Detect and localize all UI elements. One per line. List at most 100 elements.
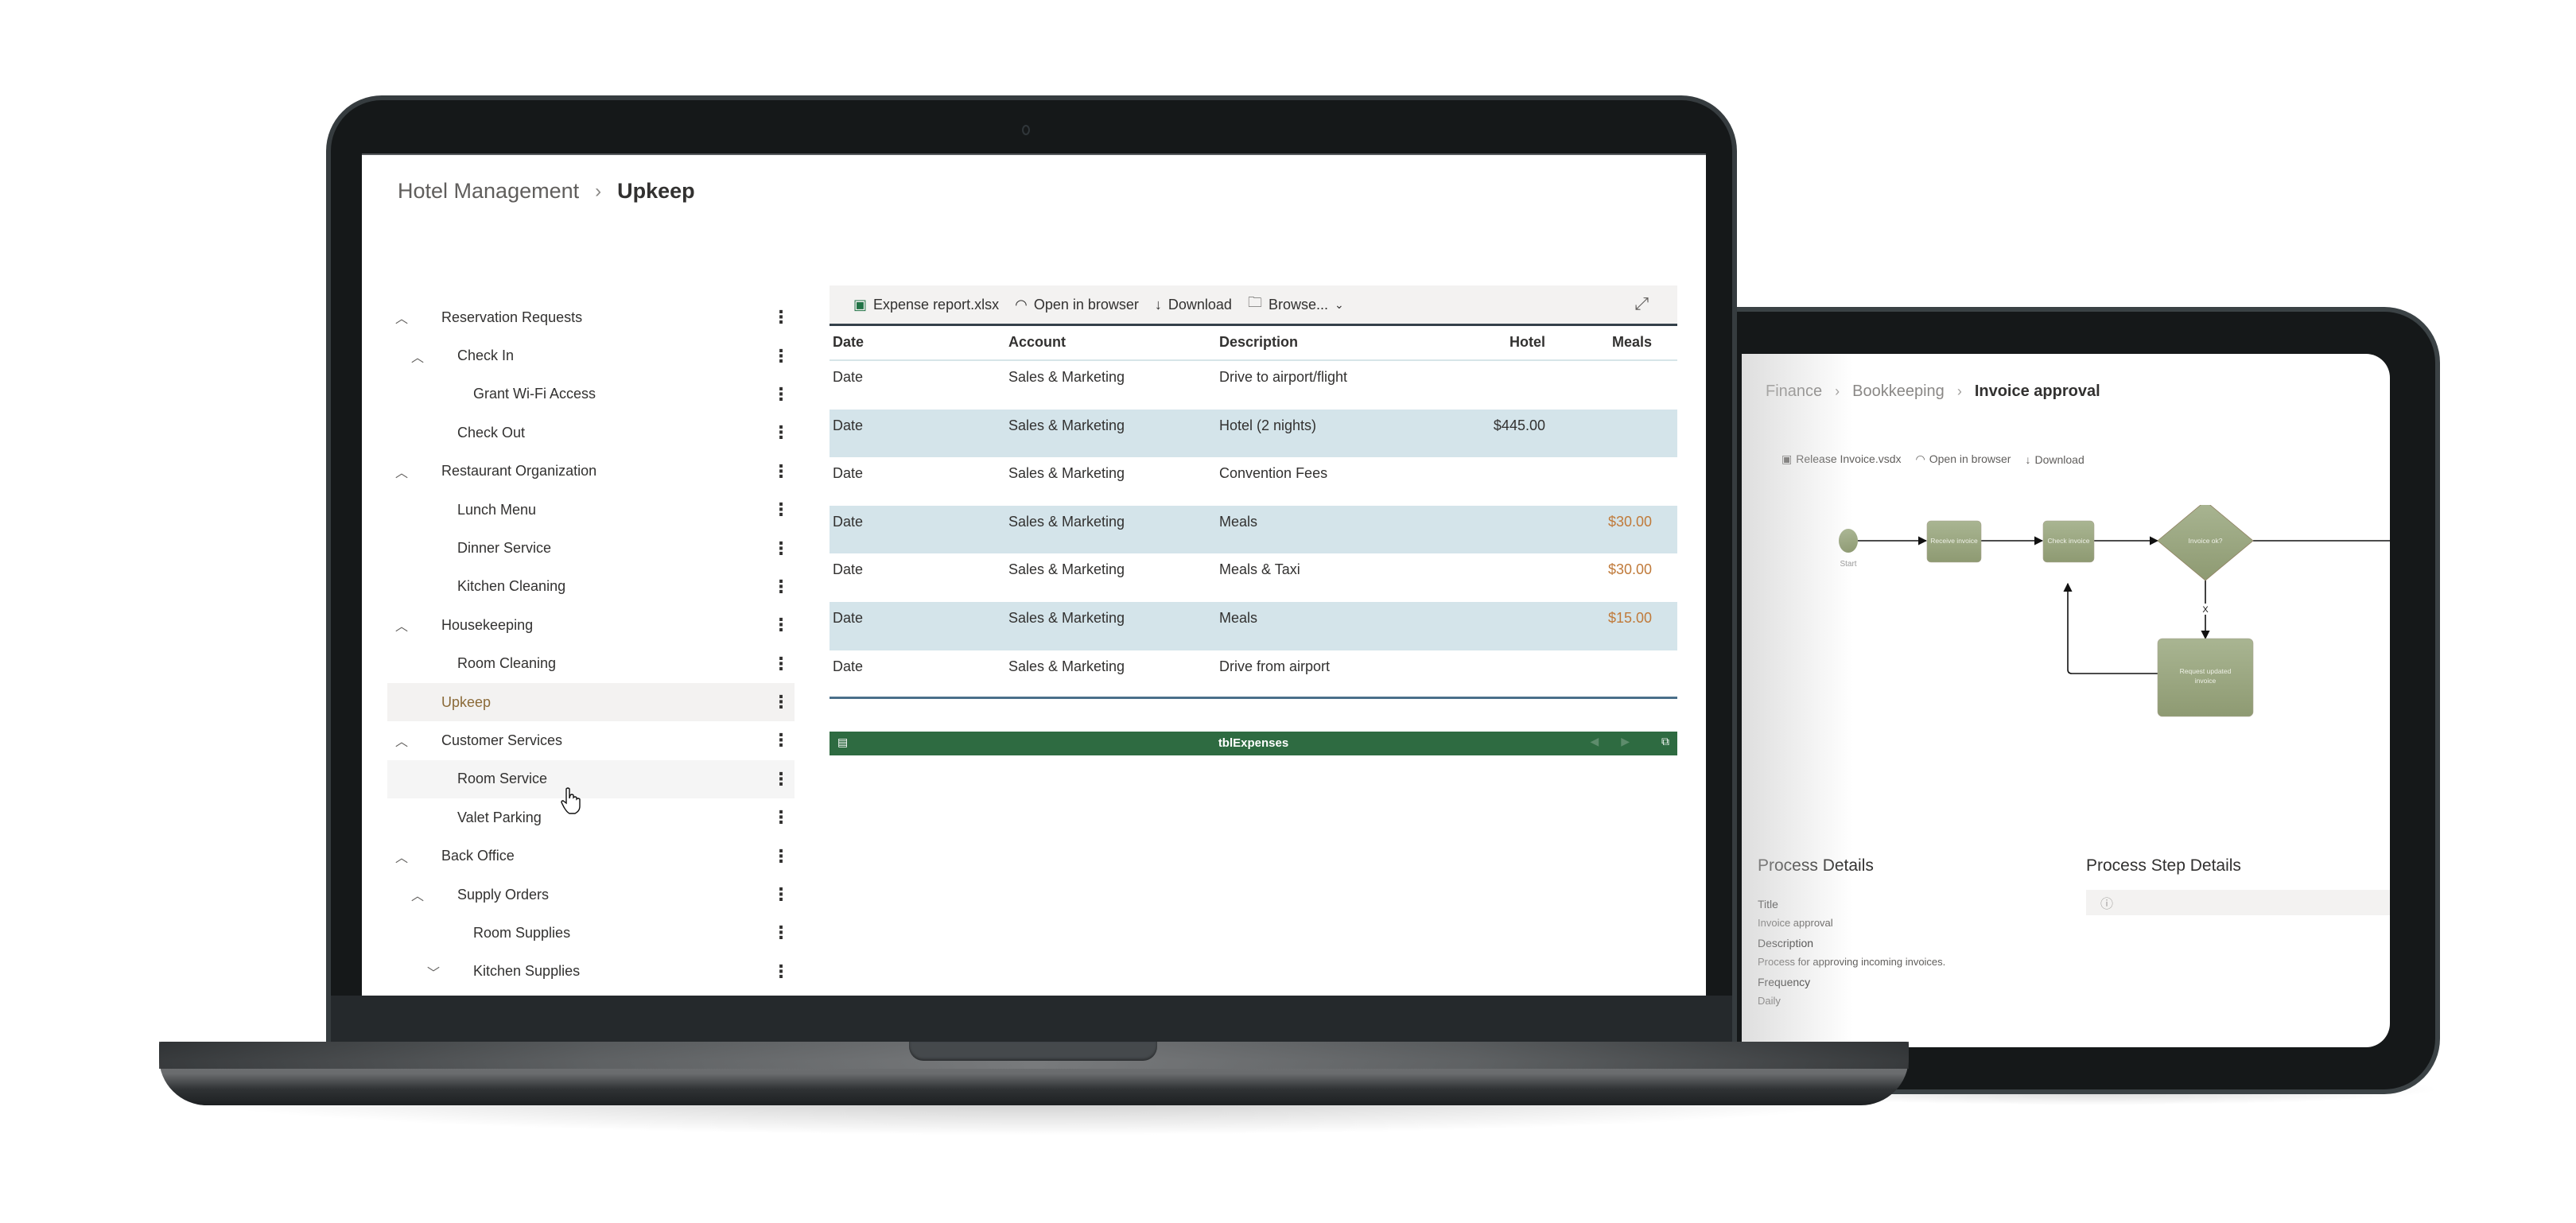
chevron-up-icon[interactable]: ︿ xyxy=(394,847,410,866)
more-options-icon[interactable]: ⋮ xyxy=(772,309,790,326)
column-header-hotel[interactable]: Hotel xyxy=(1509,334,1545,351)
more-options-icon[interactable]: ⋮ xyxy=(772,616,790,634)
navigation-tree: ︿ Reservation Requests ⋮ ︿ Check In ⋮ Grant Wi… xyxy=(387,298,795,991)
cell-account[interactable]: Sales & Marketing xyxy=(1008,465,1125,482)
cell-account[interactable]: Sales & Marketing xyxy=(1008,658,1125,675)
cell-meals[interactable]: $30.00 xyxy=(1608,561,1652,578)
column-header-description[interactable]: Description xyxy=(1219,334,1298,351)
download-button[interactable]: ↓ Download xyxy=(1155,297,1232,313)
column-header-date[interactable]: Date xyxy=(833,334,864,351)
cell-meals[interactable]: $15.00 xyxy=(1608,610,1652,627)
cell-description[interactable]: Meals xyxy=(1219,610,1257,627)
tree-item[interactable]: Upkeep ⋮ xyxy=(387,682,795,722)
column-header-account[interactable]: Account xyxy=(1008,334,1066,351)
visio-file-button[interactable]: ▣ Release Invoice.vsdx xyxy=(1781,452,1902,466)
cell-account[interactable]: Sales & Marketing xyxy=(1008,561,1125,578)
table-header-row: Date Account Description Hotel Meals xyxy=(830,326,1677,361)
more-options-icon[interactable]: ⋮ xyxy=(772,347,790,365)
cell-description[interactable]: Meals & Taxi xyxy=(1219,561,1300,578)
cell-description[interactable]: Meals xyxy=(1219,514,1257,530)
breadcrumb-hotel-management[interactable]: Hotel Management xyxy=(398,179,579,204)
previous-sheet-icon[interactable]: ◀ xyxy=(1590,735,1599,748)
more-options-icon[interactable]: ⋮ xyxy=(772,847,790,865)
table-row: Date Sales & Marketing Hotel (2 nights) $44… xyxy=(830,409,1677,458)
tree-item[interactable]: ﹀ Kitchen Supplies ⋮ xyxy=(387,953,795,991)
tree-item[interactable]: ︿ Customer Services ⋮ xyxy=(387,721,795,759)
more-options-icon[interactable]: ⋮ xyxy=(772,385,790,403)
cell-date[interactable]: Date xyxy=(833,514,863,530)
more-options-icon[interactable]: ⋮ xyxy=(772,462,790,480)
chevron-up-icon[interactable]: ︿ xyxy=(394,731,410,750)
cell-date[interactable]: Date xyxy=(833,658,863,675)
process-flow-diagram: Start Receive invoice Check invoice Invo… xyxy=(1839,505,2390,717)
open-in-browser-button[interactable]: ◠ Open in browser xyxy=(1015,297,1139,313)
more-options-icon[interactable]: ⋮ xyxy=(772,424,790,441)
sheet-name[interactable]: tblExpenses xyxy=(830,736,1677,750)
more-options-icon[interactable]: ⋮ xyxy=(772,962,790,980)
more-options-icon[interactable]: ⋮ xyxy=(772,654,790,673)
download-button[interactable]: ↓ Download xyxy=(2025,453,2084,466)
more-options-icon[interactable]: ⋮ xyxy=(772,539,790,557)
cell-description[interactable]: Drive from airport xyxy=(1219,658,1330,675)
tree-item[interactable]: Valet Parking ⋮ xyxy=(387,798,795,837)
cell-description[interactable]: Convention Fees xyxy=(1219,465,1327,482)
table-row: Date Sales & Marketing Drive to airport/fl… xyxy=(830,361,1677,410)
cell-date[interactable]: Date xyxy=(833,417,863,434)
expand-icon[interactable]: ⤢ xyxy=(1634,293,1649,314)
cell-account[interactable]: Sales & Marketing xyxy=(1008,369,1125,386)
cell-account[interactable]: Sales & Marketing xyxy=(1008,514,1125,530)
open-in-browser-button[interactable]: ◠ Open in browser xyxy=(1916,452,2011,466)
chevron-up-icon[interactable]: ︿ xyxy=(410,347,425,366)
excel-file-button[interactable]: ▣ Expense report.xlsx xyxy=(853,297,999,313)
tree-item[interactable]: Room Supplies ⋮ xyxy=(387,914,795,952)
more-options-icon[interactable]: ⋮ xyxy=(772,577,790,596)
tree-item[interactable]: ︿ Supply Orders ⋮ xyxy=(387,876,795,914)
more-options-icon[interactable]: ⋮ xyxy=(772,770,790,788)
tree-item[interactable]: Room Service ⋮ xyxy=(387,759,795,799)
tree-item[interactable]: Grant Wi-Fi Access ⋮ xyxy=(387,375,795,413)
tree-item[interactable]: Check Out ⋮ xyxy=(387,413,795,452)
tree-item[interactable]: Kitchen Cleaning ⋮ xyxy=(387,568,795,606)
more-options-icon[interactable]: ⋮ xyxy=(772,693,790,711)
flow-start-node[interactable] xyxy=(1839,529,1858,553)
process-step-details-panel: Process Step Details ⓘ xyxy=(2086,856,2390,915)
popout-icon[interactable]: ⧉ xyxy=(1661,735,1669,748)
more-options-icon[interactable]: ⋮ xyxy=(772,886,790,903)
cell-date[interactable]: Date xyxy=(833,561,863,578)
more-options-icon[interactable]: ⋮ xyxy=(772,732,790,749)
cell-hotel[interactable]: $445.00 xyxy=(1494,417,1545,434)
expense-table: Date Account Description Hotel Meals Dat… xyxy=(830,324,1677,698)
chevron-up-icon[interactable]: ︿ xyxy=(394,462,410,481)
chevron-up-icon[interactable]: ︿ xyxy=(394,308,410,327)
tree-item[interactable]: ︿ Back Office ⋮ xyxy=(387,837,795,875)
flow-step-receive-label: Receive invoice xyxy=(1930,537,1978,545)
more-options-icon[interactable]: ⋮ xyxy=(772,501,790,518)
cell-account[interactable]: Sales & Marketing xyxy=(1008,417,1125,434)
chevron-up-icon[interactable]: ︿ xyxy=(410,885,425,904)
tree-item[interactable]: ︿ Restaurant Organization ⋮ xyxy=(387,452,795,491)
tree-item[interactable]: ︿ Reservation Requests ⋮ xyxy=(387,298,795,336)
more-options-icon[interactable]: ⋮ xyxy=(772,924,790,942)
chevron-right-icon: › xyxy=(1835,383,1840,399)
column-header-meals[interactable]: Meals xyxy=(1612,334,1652,351)
cell-date[interactable]: Date xyxy=(833,465,863,482)
cell-description[interactable]: Drive to airport/flight xyxy=(1219,369,1347,386)
breadcrumb-finance[interactable]: Finance xyxy=(1766,382,1822,401)
cell-date[interactable]: Date xyxy=(833,610,863,627)
more-options-icon[interactable]: ⋮ xyxy=(772,809,790,826)
breadcrumb-bookkeeping[interactable]: Bookkeeping xyxy=(1852,382,1945,401)
tablet-screen: Finance › Bookkeeping › Invoice approval… xyxy=(1742,354,2390,1047)
cell-date[interactable]: Date xyxy=(833,369,863,386)
cell-account[interactable]: Sales & Marketing xyxy=(1008,610,1125,627)
chevron-down-icon[interactable]: ﹀ xyxy=(425,962,441,981)
tree-item[interactable]: ︿ Check In ⋮ xyxy=(387,336,795,375)
cell-description[interactable]: Hotel (2 nights) xyxy=(1219,417,1316,434)
tree-item[interactable]: Room Cleaning ⋮ xyxy=(387,645,795,683)
tree-item[interactable]: ︿ Housekeeping ⋮ xyxy=(387,606,795,644)
next-sheet-icon[interactable]: ▶ xyxy=(1621,735,1630,748)
browse-dropdown[interactable]: 🗀 Browse... ⌄ xyxy=(1248,293,1344,316)
cell-meals[interactable]: $30.00 xyxy=(1608,514,1652,530)
chevron-up-icon[interactable]: ︿ xyxy=(394,615,410,635)
tree-item[interactable]: Lunch Menu ⋮ xyxy=(387,491,795,529)
tree-item[interactable]: Dinner Service ⋮ xyxy=(387,529,795,567)
